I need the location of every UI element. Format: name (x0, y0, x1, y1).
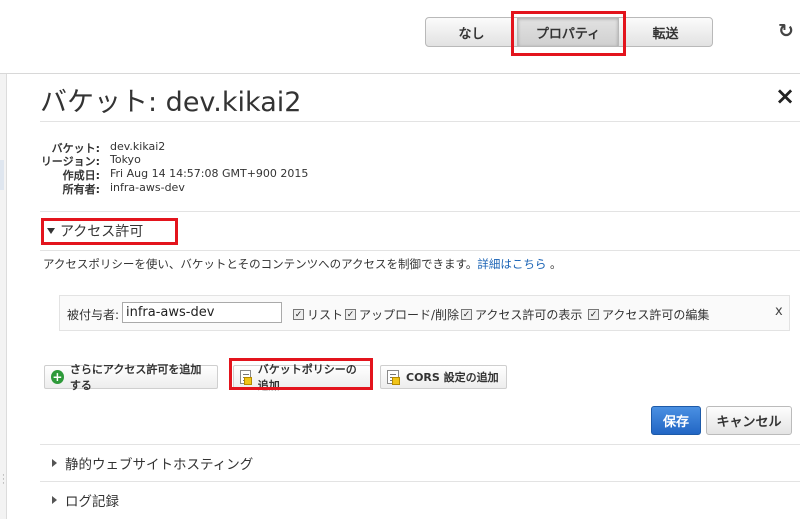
permissions-header-label: アクセス許可 (60, 224, 144, 240)
checkbox-list[interactable]: ✓ リスト (293, 306, 343, 323)
checkbox-upload-delete[interactable]: ✓ アップロード/削除 (345, 306, 459, 323)
checkbox-checked-icon[interactable]: ✓ (345, 309, 356, 320)
close-icon[interactable]: × (775, 82, 795, 110)
description-text: アクセスポリシーを使い、バケットとそのコンテンツへのアクセスを制御できます。 (43, 257, 478, 271)
info-label: 作成日: (62, 169, 100, 182)
info-row-created: 作成日: Fri Aug 14 14:57:08 GMT+900 2015 (40, 167, 309, 182)
checkbox-checked-icon[interactable]: ✓ (293, 309, 304, 320)
info-value: Fri Aug 14 14:57:08 GMT+900 2015 (110, 167, 309, 180)
info-row-owner: 所有者: infra-aws-dev (40, 181, 185, 196)
tab-transfers[interactable]: 転送 (618, 17, 713, 47)
button-label: さらにアクセス許可を追加する (69, 363, 202, 392)
s3-console: なし プロパティ 転送 ↻ · · · バケット: dev.kikai2 × バケッ… (0, 0, 800, 519)
logging-section[interactable]: ログ記録 (40, 481, 800, 518)
description-end: 。 (546, 257, 562, 271)
tab-none[interactable]: なし (425, 17, 518, 47)
checkbox-label: アクセス許可の表示 (475, 308, 583, 322)
remove-grant-button[interactable]: x (775, 304, 783, 319)
grant-row: 被付与者: ✓ リスト ✓ アップロード/削除 ✓ アクセス許可の表示 ✓ アク… (59, 295, 790, 331)
cancel-button[interactable]: キャンセル (706, 406, 792, 435)
button-label: バケットポリシーの追加 (257, 363, 357, 392)
grantee-label: 被付与者: (67, 308, 120, 322)
sidebar-marker (0, 160, 4, 190)
permissions-section-header[interactable]: アクセス許可 (47, 221, 143, 241)
add-bucket-policy-button[interactable]: バケットポリシーの追加 (233, 363, 371, 392)
resize-grip-icon[interactable]: · · · (2, 472, 5, 489)
top-toolbar: なし プロパティ 転送 ↻ (0, 0, 800, 74)
section-label: ログ記録 (65, 494, 119, 510)
left-sidebar-edge: · · · (0, 74, 7, 519)
caret-down-icon (47, 228, 55, 234)
details-link[interactable]: 詳細はこちら (477, 257, 546, 271)
checkbox-checked-icon[interactable]: ✓ (588, 309, 599, 320)
info-value: Tokyo (110, 153, 141, 166)
panel-title: バケット: dev.kikai2 (40, 87, 302, 118)
info-row-region: リージョン: Tokyo (40, 153, 141, 168)
bucket-info: バケット: dev.kikai2 リージョン: Tokyo 作成日: Fri A… (40, 121, 800, 212)
plus-icon: + (51, 370, 64, 384)
add-cors-config-button[interactable]: CORS 設定の追加 (380, 365, 507, 389)
cors-document-icon (387, 370, 400, 385)
button-label: CORS 設定の追加 (406, 371, 499, 384)
add-more-permissions-button[interactable]: + さらにアクセス許可を追加する (44, 363, 218, 392)
static-website-hosting-section[interactable]: 静的ウェブサイトホスティング (40, 444, 800, 481)
checkbox-label: リスト (307, 308, 344, 322)
caret-right-icon (52, 496, 57, 504)
info-value: dev.kikai2 (110, 140, 166, 153)
info-label: バケット: (51, 142, 100, 155)
checkbox-label: アップロード/削除 (359, 308, 460, 322)
caret-right-icon (52, 459, 57, 467)
divider (40, 250, 800, 251)
checkbox-edit-permissions[interactable]: ✓ アクセス許可の編集 (588, 306, 709, 323)
checkbox-checked-icon[interactable]: ✓ (461, 309, 472, 320)
info-label: リージョン: (40, 155, 100, 168)
info-label: 所有者: (62, 183, 100, 196)
checkbox-view-permissions[interactable]: ✓ アクセス許可の表示 (461, 306, 582, 323)
save-button[interactable]: 保存 (651, 406, 701, 435)
refresh-icon[interactable]: ↻ (778, 20, 800, 42)
grantee-input[interactable] (122, 302, 282, 323)
checkbox-label: アクセス許可の編集 (602, 308, 710, 322)
tab-properties[interactable]: プロパティ (517, 17, 619, 47)
info-value: infra-aws-dev (110, 181, 185, 194)
section-label: 静的ウェブサイトホスティング (65, 457, 254, 473)
permissions-description: アクセスポリシーを使い、バケットとそのコンテンツへのアクセスを制御できます。詳細… (43, 256, 562, 272)
info-row-bucket: バケット: dev.kikai2 (40, 140, 166, 155)
policy-document-icon (240, 370, 252, 385)
